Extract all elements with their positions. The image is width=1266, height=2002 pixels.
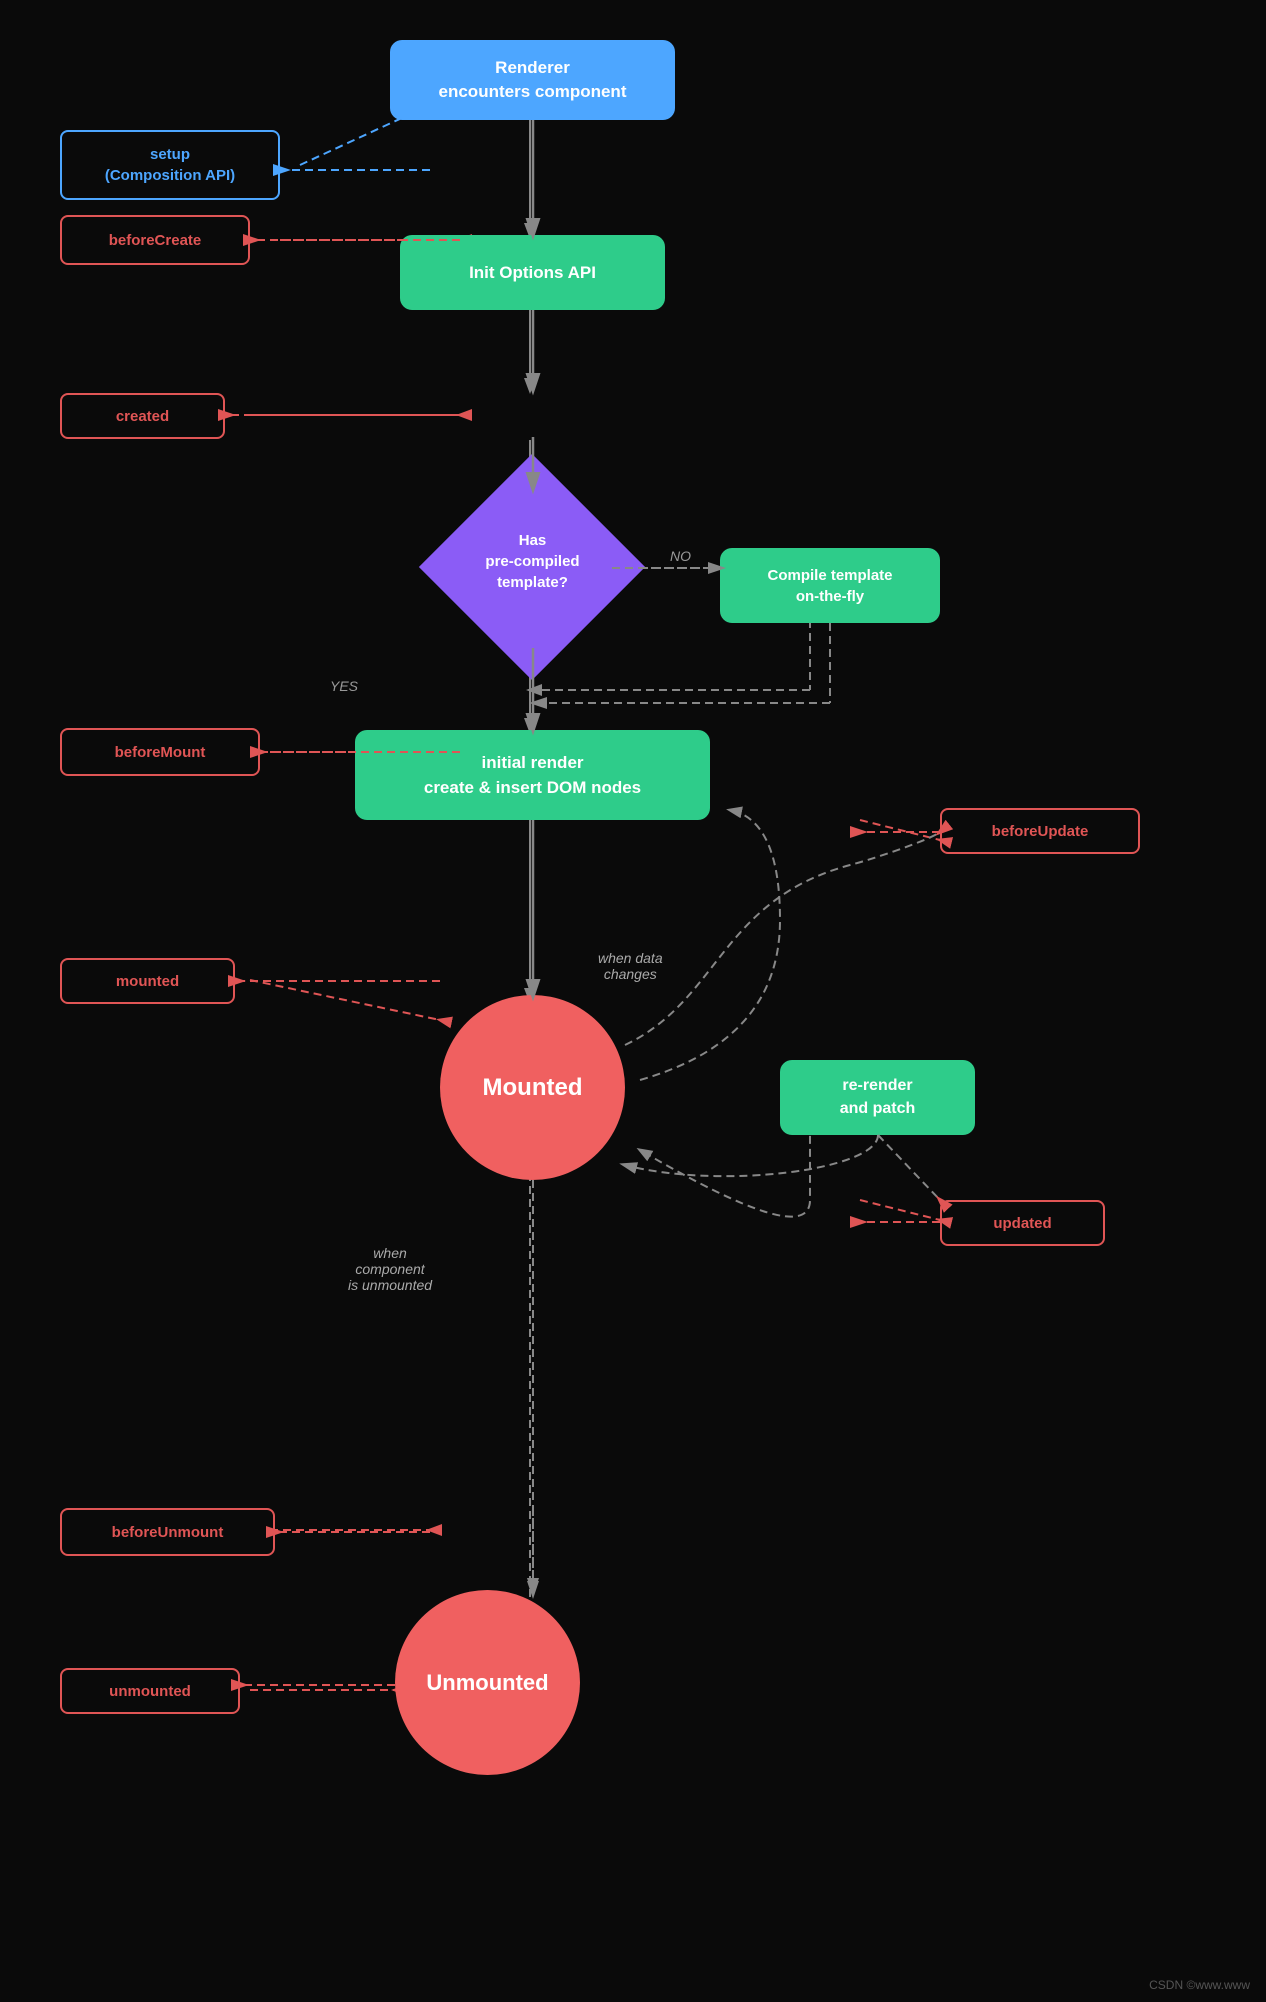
compile-template-node: Compile templateon-the-fly xyxy=(720,548,940,623)
before-mount-label: beforeMount xyxy=(115,744,206,761)
mounted-circle-label: Mounted xyxy=(483,1074,583,1102)
re-render-node: re-renderand patch xyxy=(780,1060,975,1135)
re-render-label: re-renderand patch xyxy=(840,1075,916,1120)
before-update-node: beforeUpdate xyxy=(940,808,1140,854)
init-options-node: Init Options API xyxy=(400,235,665,310)
mounted-hook-label: mounted xyxy=(116,973,179,990)
mounted-circle-node: Mounted xyxy=(440,995,625,1180)
unmounted-hook-node: unmounted xyxy=(60,1668,240,1714)
renderer-label: Rendererencounters component xyxy=(439,56,627,104)
updated-label: updated xyxy=(993,1215,1051,1232)
mounted-hook-node: mounted xyxy=(60,958,235,1004)
unmounted-hook-label: unmounted xyxy=(109,1683,191,1700)
yes-label: YES xyxy=(330,678,358,694)
no-label: NO xyxy=(670,548,691,564)
compile-template-label: Compile templateon-the-fly xyxy=(767,565,892,607)
when-unmounted-label: whencomponentis unmounted xyxy=(348,1245,432,1293)
diagram-container: Rendererencounters component setup(Compo… xyxy=(0,0,1266,2002)
before-unmount-node: beforeUnmount xyxy=(60,1508,275,1556)
initial-render-node: initial rendercreate & insert DOM nodes xyxy=(355,730,710,820)
unmounted-circle-node: Unmounted xyxy=(395,1590,580,1775)
unmounted-circle-label: Unmounted xyxy=(426,1670,548,1696)
diamond-label: Haspre-compiledtemplate? xyxy=(445,530,620,593)
created-label: created xyxy=(116,408,169,425)
setup-node: setup(Composition API) xyxy=(60,130,280,200)
before-unmount-label: beforeUnmount xyxy=(112,1524,224,1541)
init-options-label: Init Options API xyxy=(469,263,596,283)
before-update-label: beforeUpdate xyxy=(992,823,1089,840)
created-node: created xyxy=(60,393,225,439)
before-create-label: beforeCreate xyxy=(109,232,202,249)
renderer-node: Rendererencounters component xyxy=(390,40,675,120)
initial-render-label: initial rendercreate & insert DOM nodes xyxy=(424,750,641,801)
when-data-changes-label: when datachanges xyxy=(598,950,663,982)
watermark: CSDN ©www.www xyxy=(1149,1978,1250,1992)
before-mount-node: beforeMount xyxy=(60,728,260,776)
setup-label: setup(Composition API) xyxy=(105,144,235,186)
updated-node: updated xyxy=(940,1200,1105,1246)
before-create-node: beforeCreate xyxy=(60,215,250,265)
